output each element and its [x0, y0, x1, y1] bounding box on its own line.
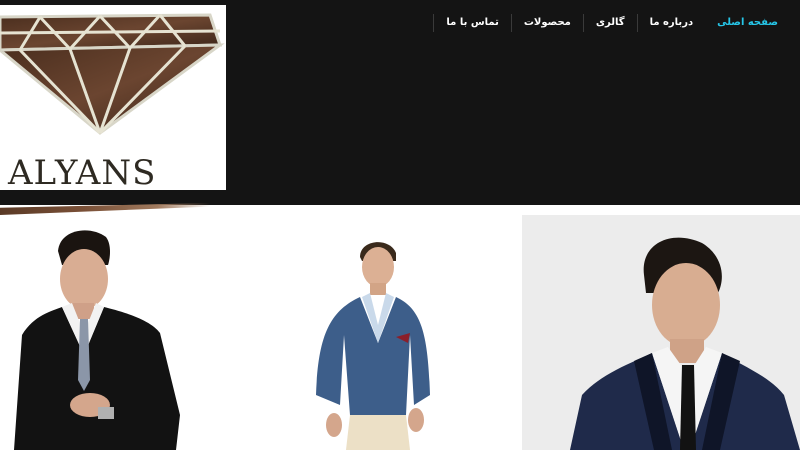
nav-item-about[interactable]: درباره ما	[636, 14, 706, 32]
nav-item-gallery[interactable]: گالری	[582, 14, 637, 32]
product-card-2[interactable]	[250, 215, 522, 450]
black-suit-model-photo	[0, 215, 250, 450]
diamond-icon	[0, 13, 225, 135]
nav-item-contact[interactable]: تماس با ما	[433, 14, 510, 32]
product-gallery	[0, 215, 800, 450]
blue-blazer-model-photo	[250, 215, 522, 450]
brand-logo-text: ALYANS	[8, 153, 157, 190]
brand-logo[interactable]: ALYANS	[0, 5, 226, 190]
main-nav: صفحه اصلی درباره ما گالری محصولات تماس ب…	[433, 12, 790, 34]
product-card-3[interactable]	[522, 215, 800, 450]
nav-item-products[interactable]: محصولات	[510, 14, 583, 32]
navy-tuxedo-model-photo	[522, 215, 800, 450]
nav-item-home[interactable]: صفحه اصلی	[705, 14, 790, 32]
product-card-1[interactable]	[0, 215, 250, 450]
